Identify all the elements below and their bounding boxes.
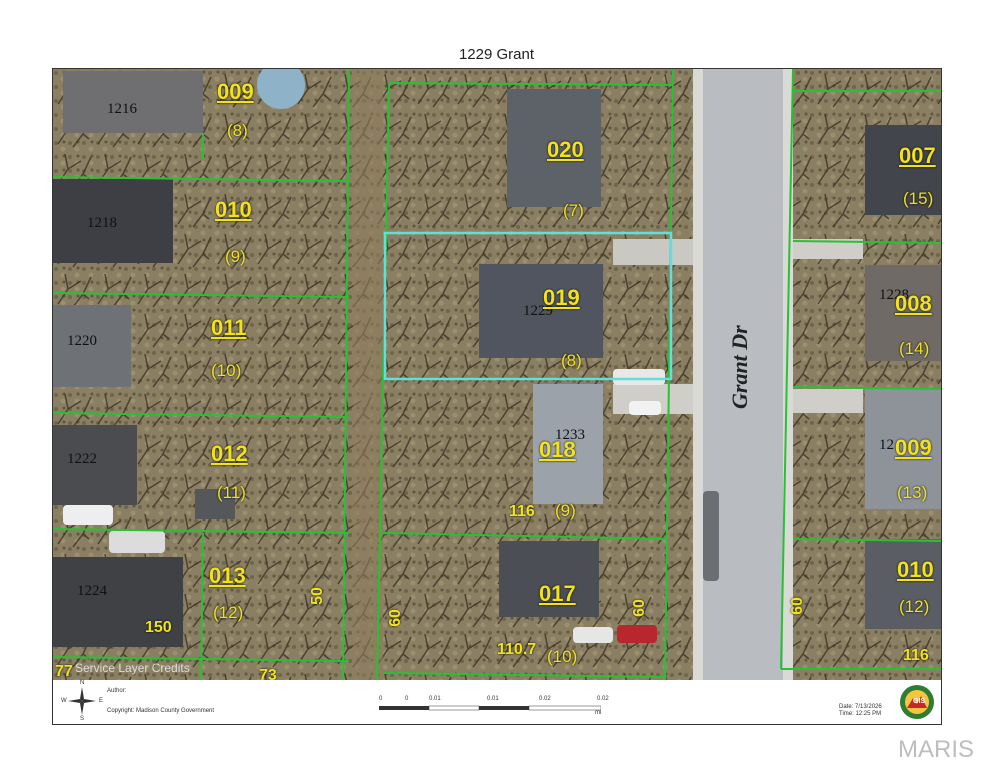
aerial-map[interactable]: 1216 1218 1220 1222 1224 1229 1233 1228 …	[52, 68, 942, 682]
scale-tick: 0.01	[487, 696, 499, 702]
map-footer: N S W E Author: Copyright: Madison Count…	[52, 680, 942, 725]
address-label: 1220	[67, 333, 97, 349]
parcel-number: (14)	[899, 339, 930, 358]
scale-unit: mi	[595, 710, 602, 716]
time-text: Time: 12:25 PM	[839, 711, 882, 717]
parcel-number: (12)	[213, 603, 244, 622]
parcel-id[interactable]: 013	[209, 563, 246, 589]
address-label: 1216	[107, 101, 137, 117]
parcel-number: (10)	[547, 647, 578, 666]
copyright-text: Copyright: Madison County Government	[107, 708, 215, 714]
parcel-id[interactable]: 020	[547, 137, 584, 163]
date-text: Date: 7/13/2026	[839, 704, 882, 710]
compass-s: S	[80, 716, 85, 722]
parcel-number: (9)	[555, 501, 576, 520]
compass-e: E	[99, 698, 104, 704]
compass-icon	[68, 687, 96, 715]
seal-text: GIS	[913, 698, 926, 705]
parcel-id[interactable]: 011	[211, 315, 247, 341]
parcel-number: (9)	[225, 247, 246, 266]
parcel-id[interactable]: 007	[899, 143, 936, 169]
parcel-number: (13)	[897, 483, 928, 502]
parcel-id[interactable]: 010	[215, 197, 252, 223]
parcel-number: (10)	[211, 361, 242, 380]
dimension-label: 116	[509, 503, 535, 520]
parcel-id[interactable]: 009	[217, 79, 254, 105]
dimension-label: 150	[145, 619, 172, 636]
parcel-number: (12)	[899, 597, 930, 616]
dimension-label: 60	[788, 597, 806, 615]
dimension-label: 60	[386, 609, 404, 627]
dimension-label: 50	[308, 587, 326, 605]
parcel-number: (11)	[217, 483, 246, 502]
parcel-id[interactable]: 019	[543, 285, 580, 311]
dimension-label: 116	[903, 647, 929, 664]
service-layer-credits: Service Layer Credits	[75, 661, 190, 675]
parcel-id[interactable]: 008	[895, 291, 932, 317]
parcel-id[interactable]: 012	[211, 441, 248, 467]
maris-watermark: MARIS	[898, 736, 975, 763]
parcel-number: (8)	[227, 121, 248, 140]
address-label: 1224	[77, 583, 107, 599]
parcel-id[interactable]: 010	[897, 557, 934, 583]
parcel-number: (8)	[561, 351, 582, 370]
parcel-id[interactable]: 017	[539, 581, 576, 607]
scale-tick: 0.02	[597, 696, 609, 702]
author-label: Author:	[107, 688, 127, 694]
parcel-id[interactable]: 018	[539, 437, 576, 463]
street-label: Grant Dr	[727, 325, 752, 409]
address-label: 12	[879, 437, 894, 453]
address-label: 1222	[67, 451, 97, 467]
scale-tick: 0	[405, 696, 409, 702]
address-label: 1218	[87, 215, 117, 231]
dimension-label: 60	[630, 599, 648, 617]
compass-w: W	[61, 698, 67, 704]
dimension-label: 77	[55, 663, 73, 680]
parcel-id[interactable]: 009	[895, 435, 932, 461]
compass-n: N	[80, 680, 85, 686]
scale-tick: 0.01	[429, 696, 441, 702]
scale-tick: 0	[379, 696, 383, 702]
aerial-imagery	[53, 69, 941, 681]
parcel-number: (15)	[903, 189, 934, 208]
dimension-label: 110.7	[497, 641, 537, 658]
scale-tick: 0.02	[539, 696, 551, 702]
map-title: 1229 Grant	[458, 46, 535, 63]
parcel-number: (7)	[563, 201, 584, 220]
